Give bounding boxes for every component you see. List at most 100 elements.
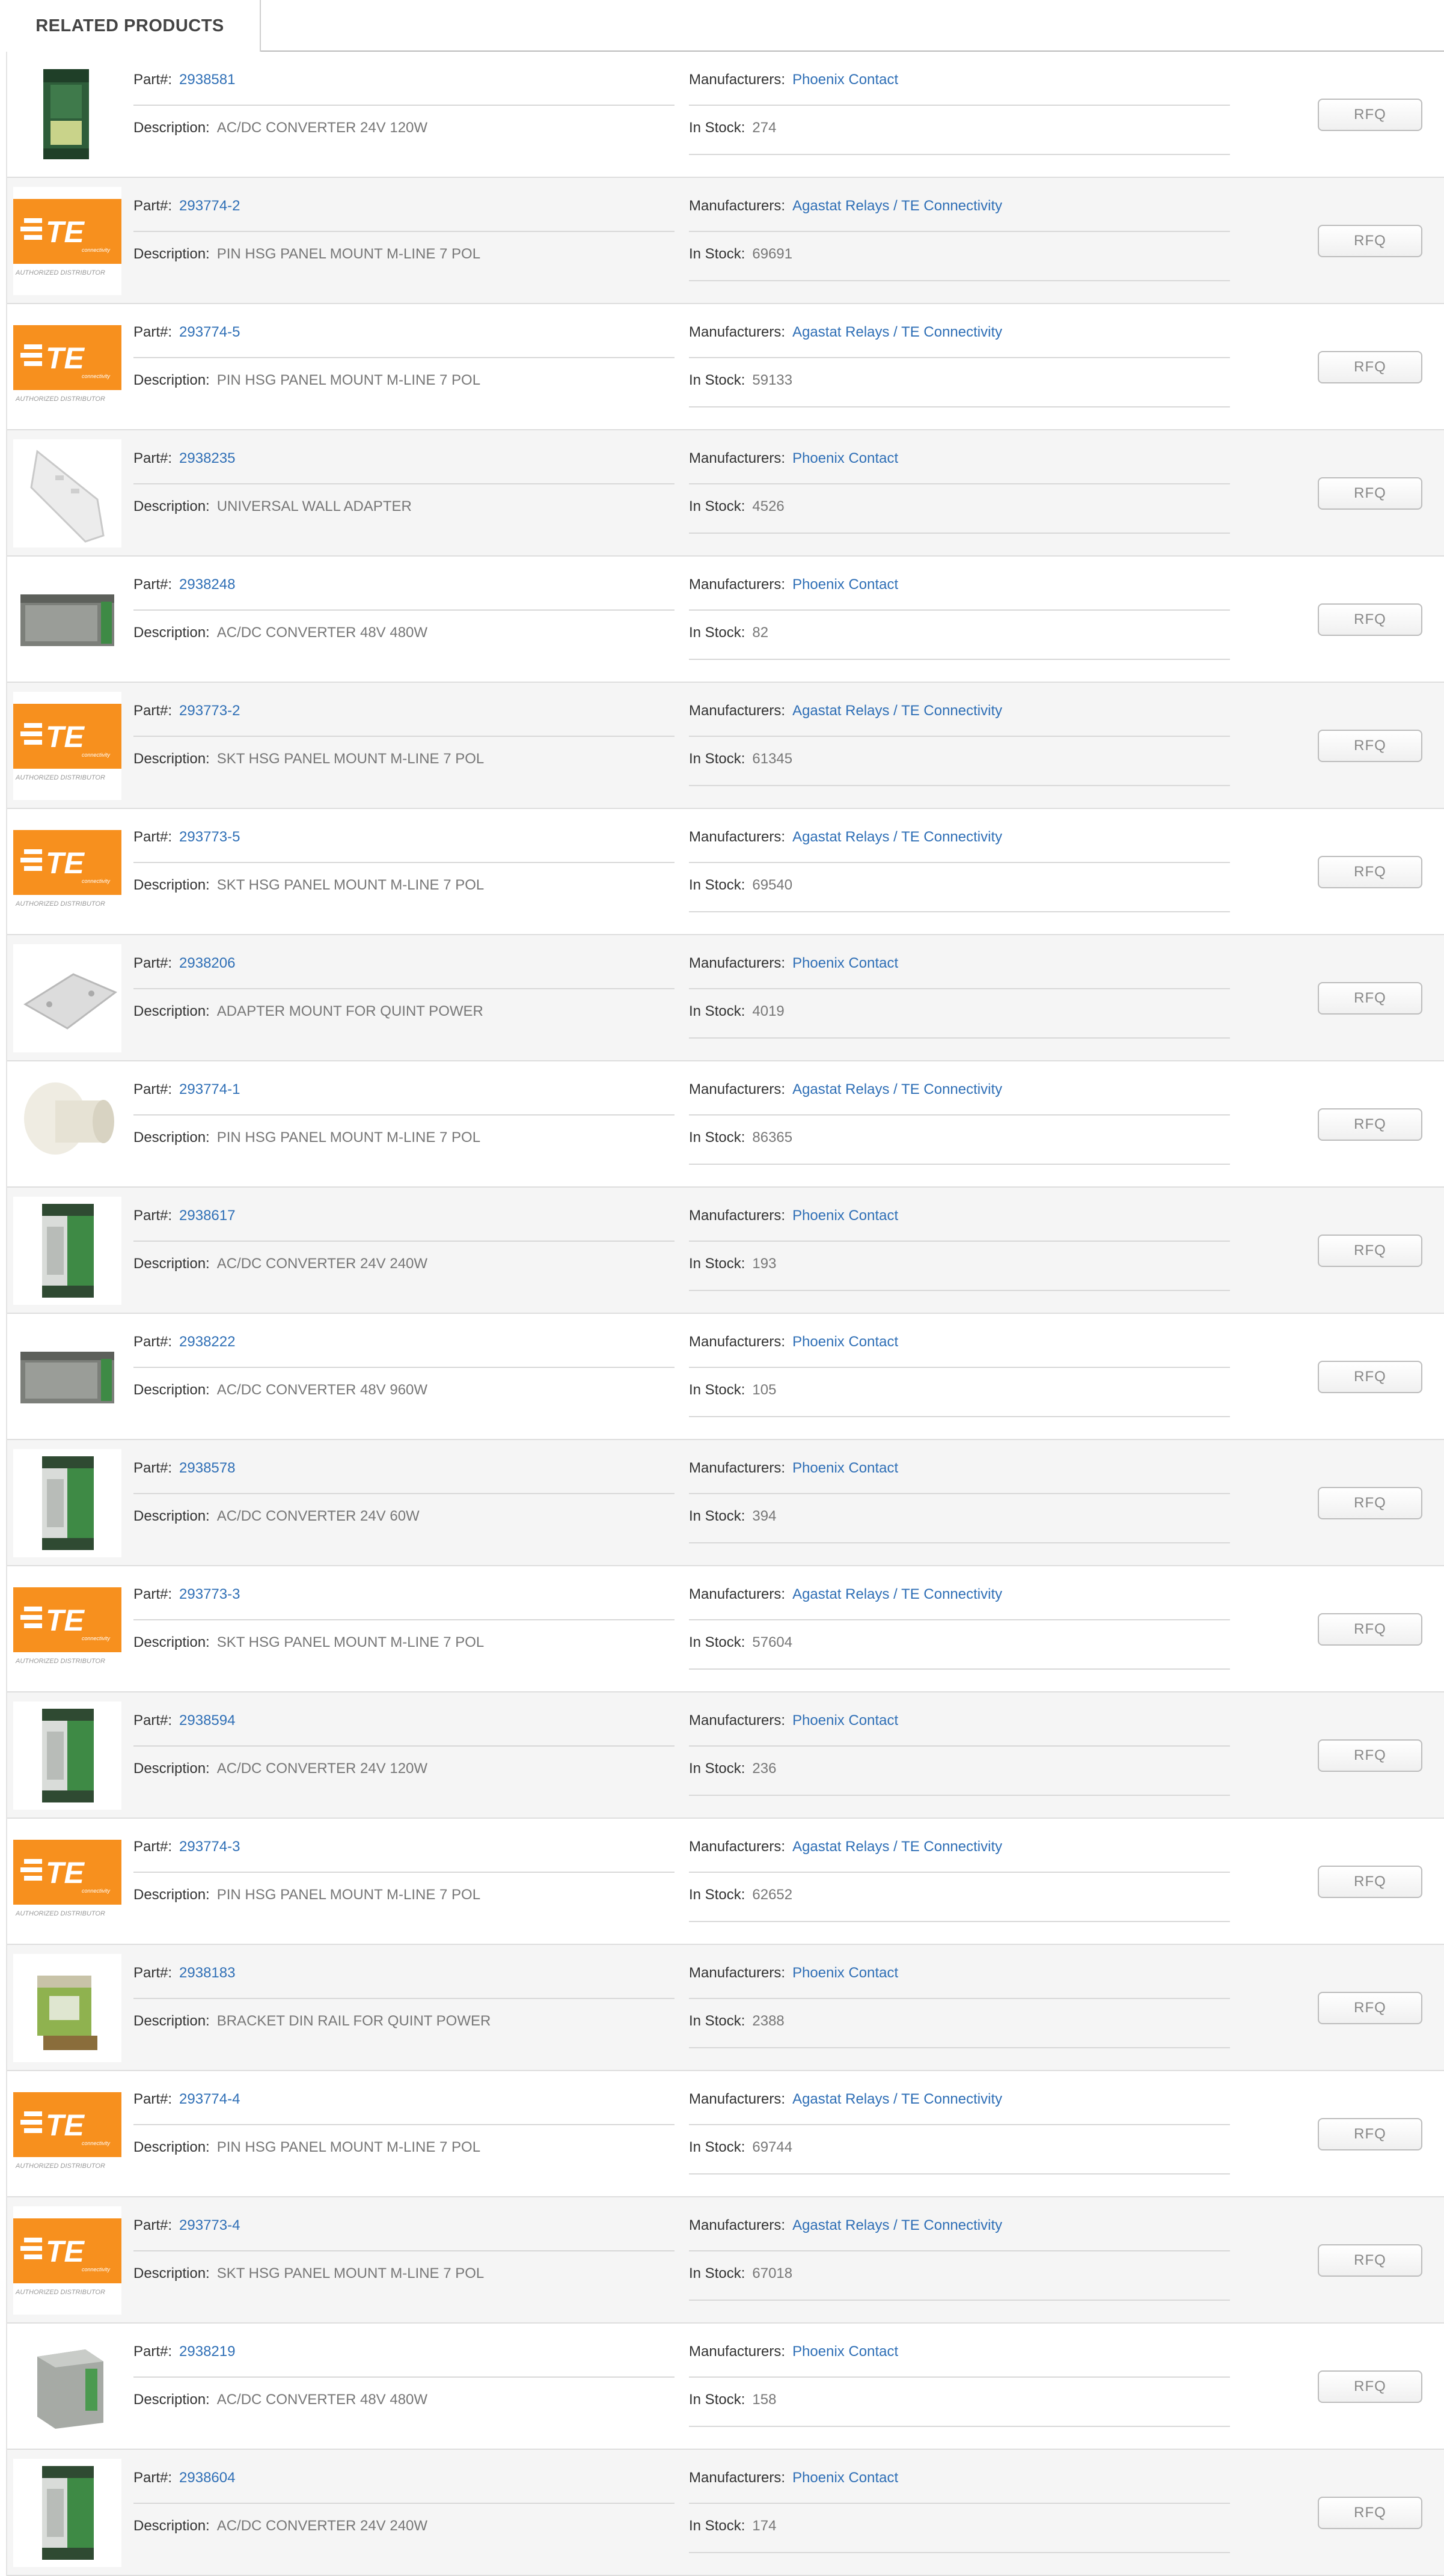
product-image[interactable] [13, 1197, 121, 1305]
part-number-link[interactable]: 293773-2 [179, 703, 240, 719]
rfq-button[interactable]: RFQ [1318, 2244, 1422, 2277]
product-image[interactable] [13, 439, 121, 548]
rfq-button[interactable]: RFQ [1318, 1235, 1422, 1267]
te-logo[interactable]: TE connectivity AUTHORIZED DISTRIBUTOR [13, 692, 121, 800]
te-logo[interactable]: TE connectivity AUTHORIZED DISTRIBUTOR [13, 187, 121, 295]
product-image[interactable] [13, 944, 121, 1052]
divider [133, 988, 675, 989]
part-number-link[interactable]: 2938183 [179, 1965, 235, 1981]
rfq-button[interactable]: RFQ [1318, 477, 1422, 510]
in-stock-label: In Stock: [689, 2013, 745, 2029]
part-number-link[interactable]: 2938604 [179, 2470, 235, 2486]
rfq-button[interactable]: RFQ [1318, 225, 1422, 257]
part-label: Part#: [133, 1839, 173, 1855]
rfq-button[interactable]: RFQ [1318, 1992, 1422, 2024]
rfq-button[interactable]: RFQ [1318, 1108, 1422, 1141]
rfq-button[interactable]: RFQ [1318, 982, 1422, 1015]
divider [689, 2503, 1230, 2504]
manufacturers-label: Manufacturers: [689, 703, 786, 719]
product-image[interactable] [13, 566, 121, 674]
te-logo[interactable]: TE connectivity AUTHORIZED DISTRIBUTOR [13, 313, 121, 421]
rfq-button[interactable]: RFQ [1318, 856, 1422, 888]
rfq-button[interactable]: RFQ [1318, 1739, 1422, 1772]
rfq-button[interactable]: RFQ [1318, 1361, 1422, 1393]
manufacturer-link[interactable]: Phoenix Contact [792, 1460, 898, 1476]
part-number-link[interactable]: 2938617 [179, 1207, 235, 1224]
part-number-link[interactable]: 2938219 [179, 2343, 235, 2360]
te-logo[interactable]: TE connectivity AUTHORIZED DISTRIBUTOR [13, 818, 121, 926]
rfq-button[interactable]: RFQ [1318, 351, 1422, 383]
rfq-button[interactable]: RFQ [1318, 99, 1422, 131]
description-label: Description: [133, 1508, 210, 1524]
part-number-link[interactable]: 293773-5 [179, 829, 240, 845]
part-number-link[interactable]: 293773-3 [179, 1586, 240, 1602]
manufacturer-link[interactable]: Agastat Relays / TE Connectivity [792, 829, 1002, 845]
part-number-link[interactable]: 293774-2 [179, 198, 240, 214]
manufacturer-link[interactable]: Phoenix Contact [792, 450, 898, 466]
manufacturer-link[interactable]: Phoenix Contact [792, 1334, 898, 1350]
part-number-link[interactable]: 293774-4 [179, 2091, 240, 2107]
part-number-link[interactable]: 2938222 [179, 1334, 235, 1350]
manufacturer-link[interactable]: Phoenix Contact [792, 1965, 898, 1981]
manufacturer-link[interactable]: Phoenix Contact [792, 576, 898, 593]
description-label: Description: [133, 2391, 210, 2408]
manufacturer-link[interactable]: Phoenix Contact [792, 1207, 898, 1224]
te-logo[interactable]: TE connectivity AUTHORIZED DISTRIBUTOR [13, 1828, 121, 1936]
product-image[interactable] [13, 1449, 121, 1557]
manufacturer-link[interactable]: Agastat Relays / TE Connectivity [792, 2217, 1002, 2233]
te-logo[interactable]: TE connectivity AUTHORIZED DISTRIBUTOR [13, 1575, 121, 1683]
part-number-link[interactable]: 2938578 [179, 1460, 235, 1476]
part-number-link[interactable]: 293773-4 [179, 2217, 240, 2233]
part-number-link[interactable]: 2938235 [179, 450, 235, 466]
product-row: TE connectivity AUTHORIZED DISTRIBUTOR P… [7, 2071, 1444, 2197]
manufacturer-link[interactable]: Phoenix Contact [792, 2343, 898, 2360]
manufacturer-link[interactable]: Agastat Relays / TE Connectivity [792, 1839, 1002, 1855]
product-image[interactable] [13, 61, 121, 169]
rfq-button[interactable]: RFQ [1318, 1613, 1422, 1646]
rfq-button[interactable]: RFQ [1318, 730, 1422, 762]
rfq-button[interactable]: RFQ [1318, 2118, 1422, 2150]
manufacturer-link[interactable]: Agastat Relays / TE Connectivity [792, 1081, 1002, 1097]
product-image[interactable] [13, 2459, 121, 2567]
rfq-button[interactable]: RFQ [1318, 1866, 1422, 1898]
tab-related-products[interactable]: RELATED PRODUCTS [0, 0, 261, 52]
part-number-link[interactable]: 2938206 [179, 955, 235, 971]
product-image[interactable] [13, 1954, 121, 2062]
part-label: Part#: [133, 2343, 173, 2360]
rfq-button[interactable]: RFQ [1318, 1487, 1422, 1519]
part-number-link[interactable]: 293774-1 [179, 1081, 240, 1097]
part-number-link[interactable]: 2938248 [179, 576, 235, 593]
manufacturer-link[interactable]: Phoenix Contact [792, 955, 898, 971]
rfq-button[interactable]: RFQ [1318, 2497, 1422, 2529]
manufacturer-link[interactable]: Phoenix Contact [792, 1712, 898, 1729]
part-number-link[interactable]: 293774-5 [179, 324, 240, 340]
divider [689, 2047, 1230, 2048]
manufacturer-link[interactable]: Agastat Relays / TE Connectivity [792, 324, 1002, 340]
part-number-link[interactable]: 2938581 [179, 72, 235, 88]
manufacturer-link[interactable]: Agastat Relays / TE Connectivity [792, 198, 1002, 214]
product-image[interactable] [13, 2333, 121, 2441]
product-image[interactable] [13, 1070, 121, 1179]
divider [133, 2376, 675, 2378]
manufacturer-link[interactable]: Phoenix Contact [792, 72, 898, 88]
manufacturer-link[interactable]: Phoenix Contact [792, 2470, 898, 2486]
te-logo[interactable]: TE connectivity AUTHORIZED DISTRIBUTOR [13, 2080, 121, 2188]
rfq-button[interactable]: RFQ [1318, 2370, 1422, 2403]
manufacturer-link[interactable]: Agastat Relays / TE Connectivity [792, 1586, 1002, 1602]
product-image[interactable] [13, 1323, 121, 1431]
svg-text:connectivity: connectivity [82, 2140, 111, 2146]
power-supply-box-icon [37, 2349, 103, 2429]
description-label: Description: [133, 498, 210, 514]
part-number-link[interactable]: 293774-3 [179, 1839, 240, 1855]
manufacturer-link[interactable]: Agastat Relays / TE Connectivity [792, 703, 1002, 719]
rfq-button[interactable]: RFQ [1318, 603, 1422, 636]
description-value: PIN HSG PANEL MOUNT M-LINE 7 POL [216, 246, 481, 262]
manufacturer-link[interactable]: Agastat Relays / TE Connectivity [792, 2091, 1002, 2107]
te-logo[interactable]: TE connectivity AUTHORIZED DISTRIBUTOR [13, 2206, 121, 2315]
divider [689, 105, 1230, 106]
part-label: Part#: [133, 1712, 173, 1729]
product-image[interactable] [13, 1702, 121, 1810]
in-stock-label: In Stock: [689, 1003, 745, 1019]
divider [133, 231, 675, 232]
part-number-link[interactable]: 2938594 [179, 1712, 235, 1729]
